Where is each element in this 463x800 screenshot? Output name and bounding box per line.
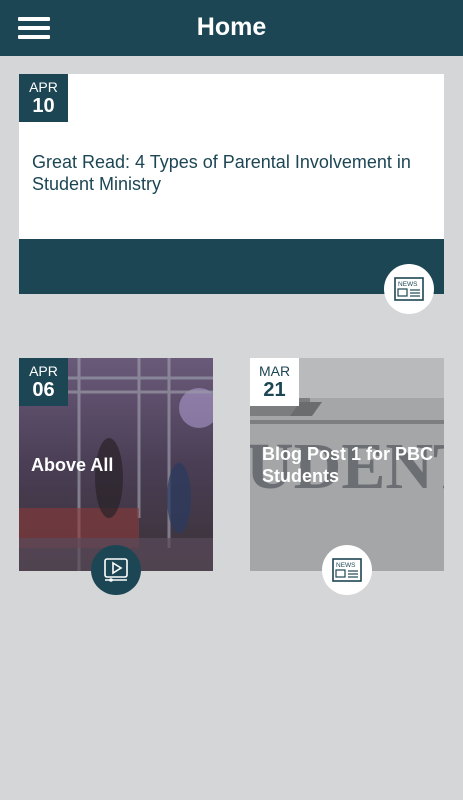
date-badge: APR 10 [19, 74, 68, 122]
date-month: APR [29, 363, 58, 379]
date-month: MAR [258, 363, 291, 379]
page-title: Home [196, 13, 267, 41]
svg-text:NEWS: NEWS [336, 562, 356, 569]
date-badge: MAR 21 [250, 358, 299, 406]
date-day: 06 [32, 379, 55, 401]
news-icon[interactable]: NEWS [322, 545, 372, 595]
app-header: Home [0, 0, 463, 56]
svg-text:NEWS: NEWS [398, 281, 418, 288]
post-card-news[interactable]: UDENTS MAR 21 Blog Post 1 for PBC Studen… [250, 358, 444, 571]
post-title: Great Read: 4 Types of Parental Involvem… [32, 152, 411, 194]
post-card-video[interactable]: APR 06 Above All [19, 358, 213, 571]
date-month: APR [29, 79, 58, 95]
post-title: Above All [31, 455, 114, 475]
featured-post-card[interactable]: APR 10 Great Read: 4 Types of Parental I… [19, 74, 444, 294]
post-title: Blog Post 1 for PBC Students [262, 444, 434, 486]
date-day: 10 [32, 95, 55, 117]
video-play-icon[interactable] [91, 545, 141, 595]
card-footer-bar [19, 239, 444, 294]
news-icon[interactable]: NEWS [384, 264, 434, 314]
date-day: 21 [263, 379, 286, 401]
date-badge: APR 06 [19, 358, 68, 406]
